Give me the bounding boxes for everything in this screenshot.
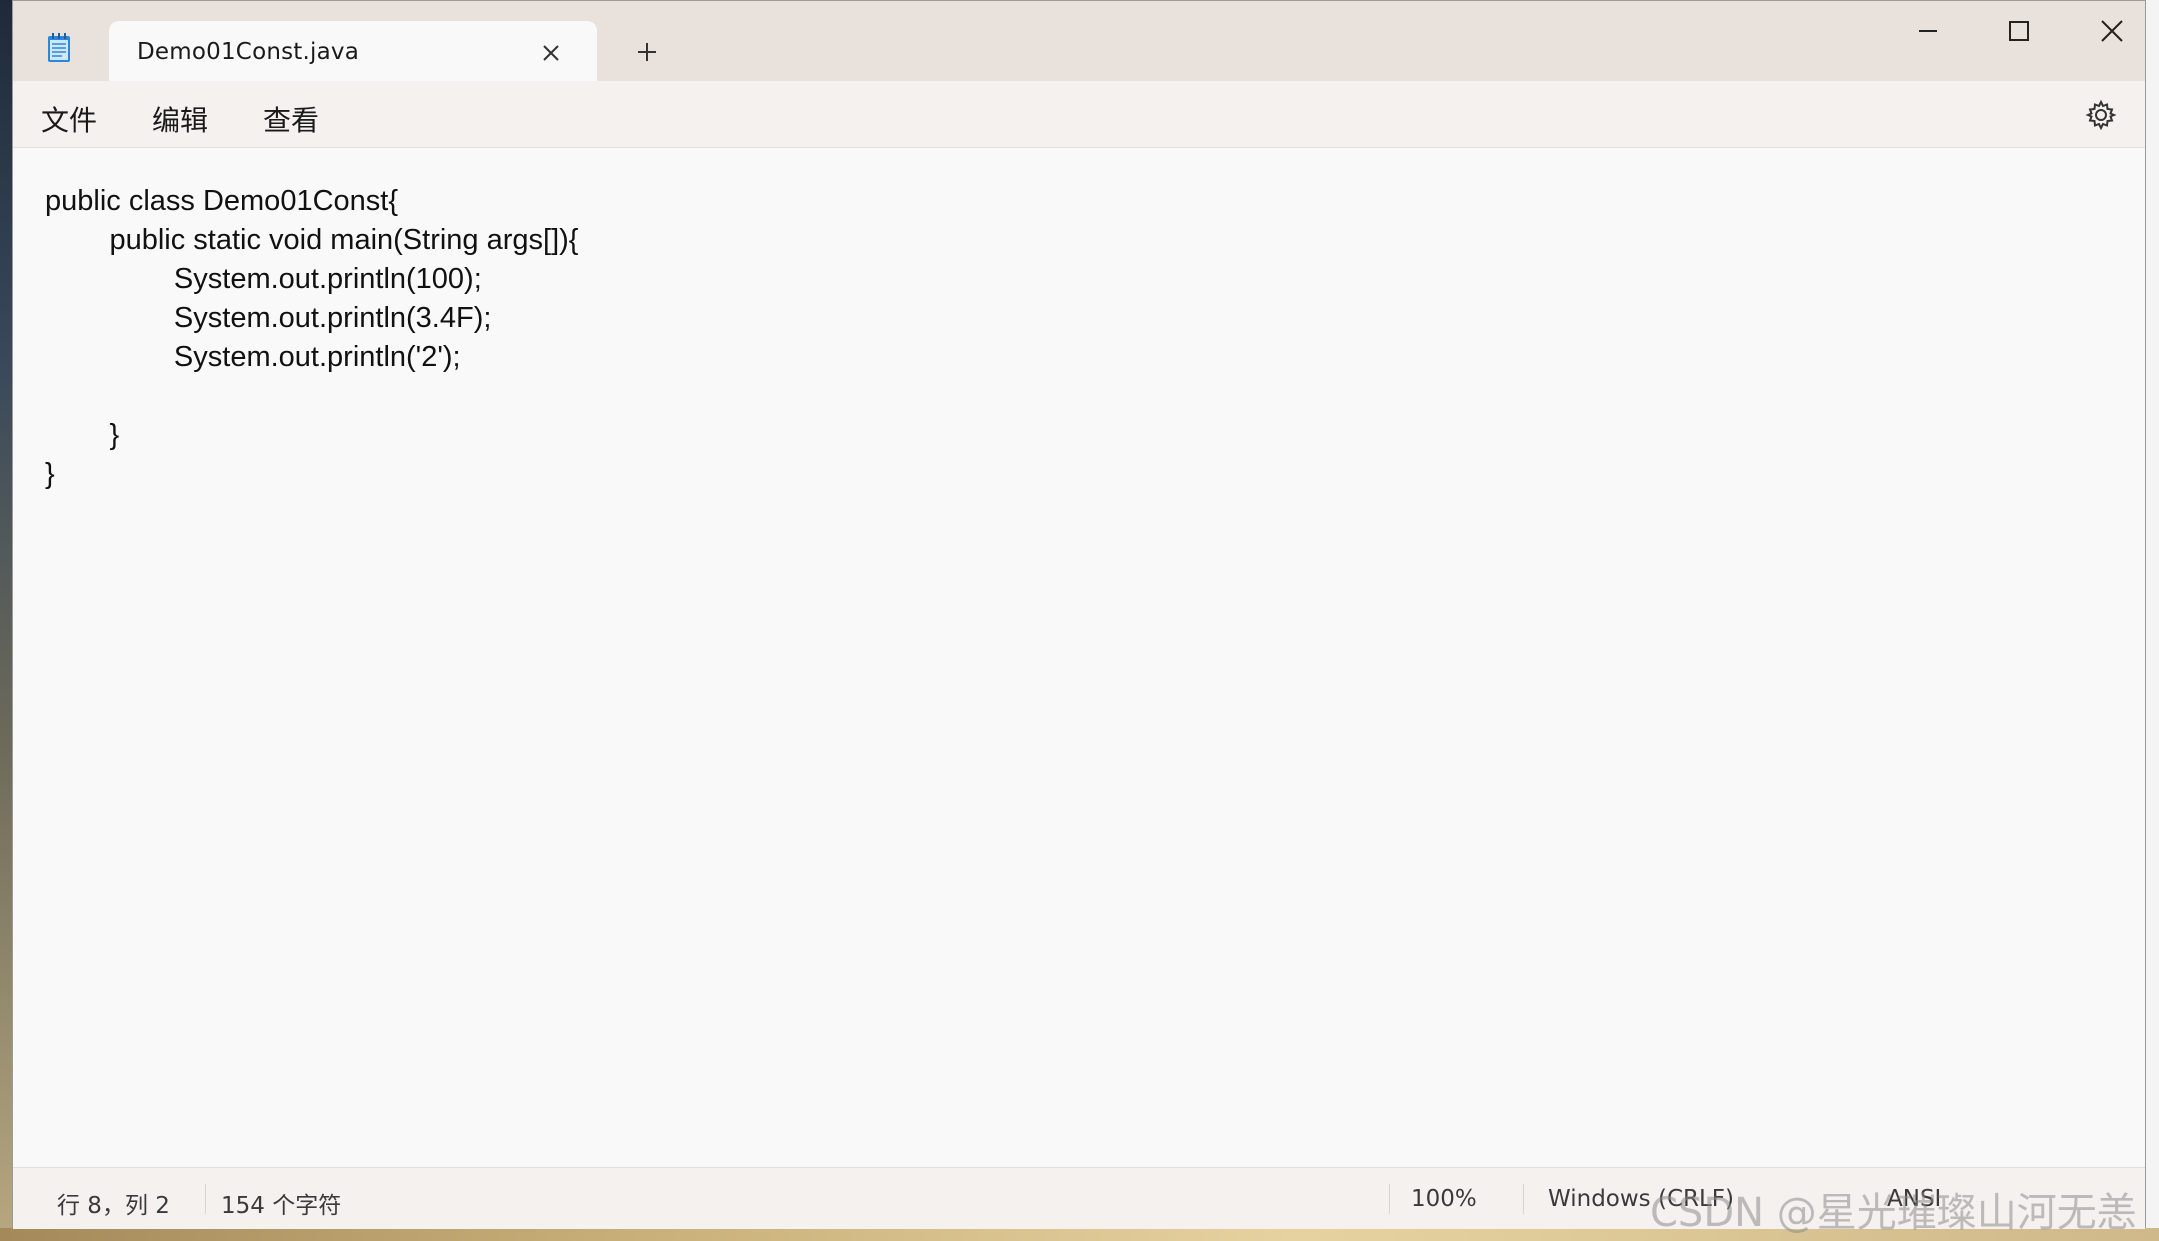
minimize-icon	[1919, 30, 1937, 32]
tab-close-button[interactable]	[535, 37, 567, 69]
plus-icon	[638, 43, 656, 61]
maximize-icon	[2009, 21, 2029, 41]
menu-view[interactable]: 查看	[263, 99, 319, 139]
notepad-icon	[47, 33, 71, 63]
text-editor[interactable]: public class Demo01Const{ public static …	[13, 148, 2145, 1166]
settings-button[interactable]	[2081, 95, 2121, 135]
new-tab-button[interactable]	[627, 35, 667, 69]
code-line-5: System.out.println('2');	[45, 341, 461, 373]
menu-bar: 文件 编辑 查看	[13, 81, 2145, 148]
notepad-window: Demo01Const.java 文件 编辑 查看 public class D…	[12, 0, 2146, 1229]
tab-demo01const[interactable]: Demo01Const.java	[109, 21, 597, 82]
code-line-4: System.out.println(3.4F);	[45, 302, 492, 334]
code-line-3: System.out.println(100);	[45, 263, 482, 295]
close-icon	[2101, 20, 2123, 42]
character-count: 154 个字符	[221, 1193, 342, 1219]
code-line-7: }	[45, 419, 120, 451]
code-line-2: public static void main(String args[]){	[45, 224, 579, 256]
desktop-background-right	[2146, 0, 2159, 1241]
status-divider	[1523, 1184, 1524, 1214]
gear-icon	[2085, 99, 2117, 131]
zoom-level[interactable]: 100%	[1411, 1186, 1477, 1212]
close-window-button[interactable]	[2082, 9, 2142, 53]
menu-file[interactable]: 文件	[41, 99, 97, 139]
title-bar[interactable]: Demo01Const.java	[13, 1, 2145, 82]
tab-title: Demo01Const.java	[137, 39, 360, 65]
code-line-1: public class Demo01Const{	[45, 185, 399, 217]
status-divider	[1389, 1184, 1390, 1214]
menu-edit[interactable]: 编辑	[152, 99, 208, 139]
watermark: CSDN @星光璀璨山河无恙	[1650, 1190, 2137, 1236]
minimize-button[interactable]	[1898, 9, 1958, 53]
maximize-button[interactable]	[1989, 9, 2049, 53]
close-icon	[543, 45, 559, 61]
code-line-8: }	[45, 458, 55, 490]
cursor-position: 行 8，列 2	[57, 1193, 170, 1219]
status-divider	[205, 1184, 206, 1214]
